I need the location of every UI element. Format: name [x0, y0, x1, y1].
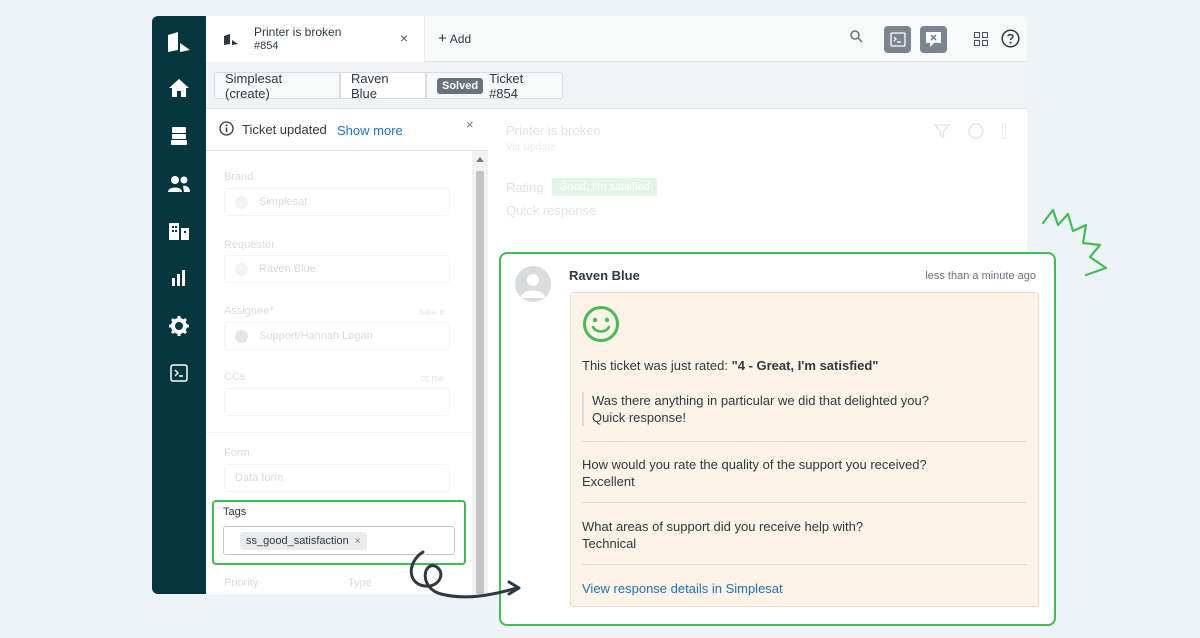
top-bar: Printer is broken #854 × + Add	[206, 16, 1027, 62]
divider	[582, 441, 1027, 442]
swirl-arrow-icon	[409, 550, 521, 599]
home-icon[interactable]	[152, 68, 206, 108]
question-3: What areas of support did you receive he…	[582, 519, 864, 534]
notice-text: Ticket updated	[242, 122, 327, 137]
breadcrumb-organization[interactable]: Simplesat (create)	[214, 71, 340, 101]
satisfaction-comment-card: Raven Blue less than a minute ago This t…	[499, 252, 1056, 626]
brand-icon	[235, 196, 248, 209]
answer-3: Technical	[582, 536, 637, 551]
question-1: Was there anything in particular we did …	[592, 393, 929, 408]
properties-scrollbar[interactable]	[472, 151, 488, 594]
brand-label: Brand	[224, 171, 254, 183]
logo-icon[interactable]	[152, 22, 206, 62]
simplesat-app-button[interactable]	[920, 26, 947, 53]
assignee-label: Assignee*	[224, 305, 274, 317]
breadcrumb-ticket-label: Ticket #854	[489, 70, 524, 101]
rating-label: Rating	[506, 180, 544, 195]
notifications-icon[interactable]	[968, 123, 984, 139]
add-tab-label: Add	[449, 32, 472, 46]
requester-avatar	[235, 263, 248, 276]
requester-label: Requester	[224, 239, 275, 251]
ccs-label: CCs	[224, 371, 246, 383]
reporting-icon[interactable]	[152, 258, 206, 298]
avatar	[515, 266, 551, 302]
priority-label: Priority	[224, 577, 259, 589]
filter-icon[interactable]	[933, 123, 951, 139]
spark-doodle-icon	[1041, 208, 1108, 277]
plus-icon: +	[438, 30, 447, 47]
ccs-input[interactable]	[224, 388, 450, 416]
ticket-tab-number: #854	[254, 40, 279, 52]
brand-value: Simplesat	[259, 196, 308, 208]
close-tab-button[interactable]: ×	[400, 30, 408, 46]
search-icon[interactable]	[850, 30, 863, 48]
ticket-tab-icon	[223, 33, 239, 51]
show-more-link[interactable]: Show more	[337, 123, 403, 138]
answer-1: Quick response!	[592, 410, 686, 425]
type-label: Type	[348, 577, 372, 589]
rating-comment: Quick response	[506, 203, 597, 218]
assignee-value: Support/Hannah Logan	[259, 330, 373, 342]
conversation-title: Printer is broken	[506, 123, 601, 138]
smiley-face-icon	[582, 305, 620, 348]
breadcrumb-ticket[interactable]: Solved Ticket #854	[426, 70, 563, 101]
question-1-block: Was there anything in particular we did …	[582, 392, 1022, 426]
notice-close-button[interactable]: ×	[466, 117, 474, 132]
form-label: Form	[224, 447, 250, 459]
status-badge: Solved	[437, 77, 484, 94]
ticket-updated-notice: Ticket updated Show more ×	[206, 109, 488, 151]
question-2: How would you rate the quality of the su…	[582, 457, 927, 472]
customers-icon[interactable]	[152, 164, 206, 204]
organizations-icon[interactable]	[152, 211, 206, 251]
more-options-icon[interactable]	[1002, 123, 1006, 139]
scrollbar-thumb[interactable]	[476, 171, 484, 594]
tags-label: Tags	[223, 506, 247, 518]
cc-me-link[interactable]: cc me	[420, 373, 444, 383]
form-select[interactable]: Data form	[224, 464, 450, 492]
ticket-tab[interactable]: Printer is broken #854 ×	[206, 16, 425, 62]
take-it-link[interactable]: take it	[420, 307, 444, 317]
ticket-tab-title: Printer is broken	[254, 25, 342, 39]
question-2-block: How would you rate the quality of the su…	[582, 456, 1027, 490]
breadcrumb-bar: Simplesat (create) Raven Blue Solved Tic…	[206, 62, 1027, 109]
terminal-icon	[889, 32, 906, 47]
remove-tag-button[interactable]: ×	[355, 536, 361, 547]
requester-value: Raven Blue	[259, 263, 316, 275]
left-nav	[152, 16, 206, 594]
tag-chip[interactable]: ss_good_satisfaction ×	[240, 532, 367, 550]
question-3-block: What areas of support did you receive he…	[582, 518, 1027, 552]
rating-summary: This ticket was just rated: "4 - Great, …	[582, 358, 878, 373]
scroll-up-icon[interactable]	[476, 157, 484, 162]
apps-grid-icon[interactable]	[974, 32, 988, 51]
help-icon[interactable]	[1001, 29, 1020, 53]
requester-select[interactable]: Raven Blue	[224, 255, 450, 283]
console-icon[interactable]	[152, 353, 206, 393]
comment-author[interactable]: Raven Blue	[569, 268, 640, 283]
message-close-icon	[926, 32, 941, 47]
rating-summary-value: "4 - Great, I'm satisfied"	[731, 358, 879, 373]
fields-divider	[206, 432, 472, 433]
rating-summary-prefix: This ticket was just rated:	[582, 358, 732, 373]
console-app-button[interactable]	[884, 26, 911, 53]
views-icon[interactable]	[152, 116, 206, 156]
comment-timestamp: less than a minute ago	[925, 270, 1036, 282]
breadcrumb-requester[interactable]: Raven Blue	[340, 71, 426, 101]
comment-body: This ticket was just rated: "4 - Great, …	[570, 292, 1039, 607]
conversation-via: Via Update	[506, 142, 556, 153]
add-tab-button[interactable]: + Add	[438, 30, 471, 47]
assignee-avatar	[235, 330, 248, 343]
view-response-details-link[interactable]: View response details in Simplesat	[582, 581, 783, 596]
divider	[582, 564, 1027, 565]
tag-chip-label: ss_good_satisfaction	[246, 535, 349, 547]
brand-select[interactable]: Simplesat	[224, 188, 450, 216]
divider	[582, 502, 1027, 503]
answer-2: Excellent	[582, 474, 635, 489]
rating-value-badge: Good, I'm satisfied	[552, 178, 657, 196]
info-icon	[219, 121, 234, 141]
assignee-select[interactable]: Support/Hannah Logan	[224, 322, 450, 350]
admin-gear-icon[interactable]	[152, 306, 206, 346]
